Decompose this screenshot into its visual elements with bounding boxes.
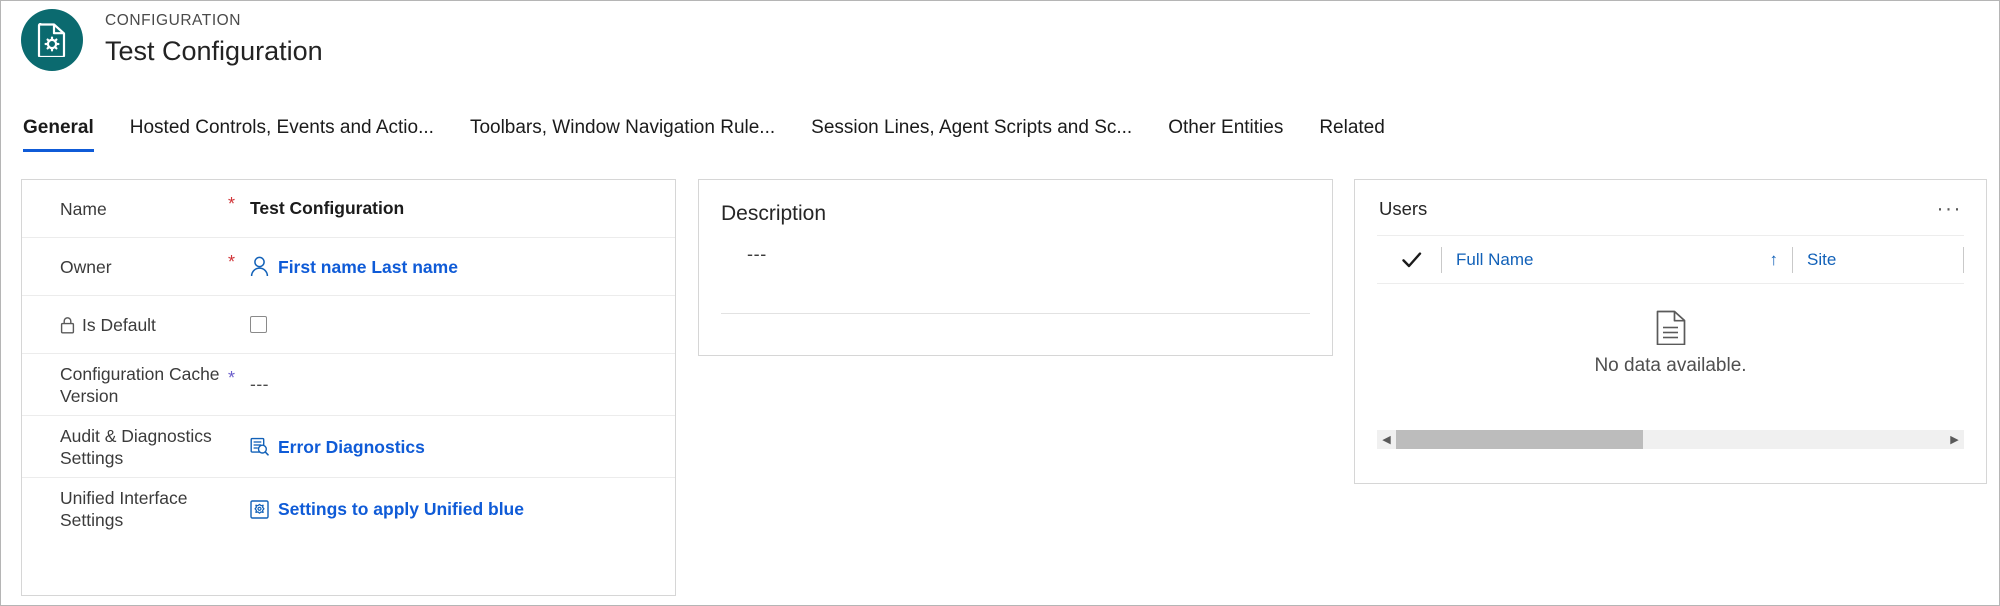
lock-icon	[60, 316, 75, 334]
required-indicator-configuration-cache-version: *	[228, 368, 236, 388]
unified-settings-icon	[250, 499, 269, 519]
field-row-is-default: Is Default	[22, 296, 675, 354]
document-lines-icon	[1656, 310, 1686, 345]
column-header-site-label: Site	[1807, 249, 1837, 269]
general-form-panel: Name * Test Configuration Owner * First …	[21, 179, 676, 596]
field-row-owner: Owner * First name Last name	[22, 238, 675, 296]
record-form-page: CONFIGURATION Test Configuration General…	[0, 0, 2000, 606]
person-icon	[250, 256, 269, 277]
field-label-is-default: Is Default	[60, 314, 228, 336]
column-header-full-name-label: Full Name	[1456, 249, 1534, 269]
tab-toolbars[interactable]: Toolbars, Window Navigation Rule...	[452, 116, 793, 152]
users-grid-horizontal-scrollbar[interactable]: ◀ ▶	[1377, 430, 1964, 449]
column-divider	[1963, 246, 1964, 273]
configuration-document-gear-icon	[21, 9, 83, 71]
form-tab-bar: General Hosted Controls, Events and Acti…	[21, 116, 1403, 152]
scroll-left-arrow-icon[interactable]: ◀	[1377, 433, 1396, 446]
description-value[interactable]: ---	[699, 228, 1332, 265]
field-label-audit-diagnostics-settings: Audit & Diagnostics Settings	[60, 425, 212, 468]
sort-ascending-icon[interactable]: ↑	[1770, 250, 1779, 270]
description-panel: Description ---	[698, 179, 1333, 356]
unified-interface-link-text[interactable]: Settings to apply Unified blue	[278, 498, 524, 520]
entity-type-label: CONFIGURATION	[105, 12, 242, 29]
required-indicator-unified-interface-settings	[228, 478, 250, 492]
is-default-checkbox[interactable]	[250, 316, 267, 333]
tab-related[interactable]: Related	[1301, 116, 1403, 152]
scroll-right-arrow-icon[interactable]: ▶	[1945, 433, 1964, 446]
field-value-configuration-cache-version[interactable]: ---	[250, 374, 657, 395]
users-grid-column-headers: Full Name ↑ Site	[1377, 236, 1964, 284]
scrollbar-track[interactable]	[1396, 430, 1945, 449]
field-label-owner: Owner	[60, 256, 112, 277]
audit-diagnostics-link-text[interactable]: Error Diagnostics	[278, 436, 425, 458]
tab-hosted-controls[interactable]: Hosted Controls, Events and Actio...	[112, 116, 452, 152]
field-row-unified-interface-settings: Unified Interface Settings Settings to a…	[22, 478, 675, 540]
field-row-name: Name * Test Configuration	[22, 180, 675, 238]
required-indicator-name: *	[228, 194, 236, 214]
field-label-name: Name	[60, 198, 107, 219]
no-data-message: No data available.	[1594, 355, 1747, 376]
users-subgrid-title: Users	[1379, 198, 1428, 219]
users-grid-empty-state: No data available.	[1355, 284, 1986, 377]
field-label-configuration-cache-version: Configuration Cache Version	[60, 363, 220, 406]
field-value-audit-diagnostics-settings[interactable]: Error Diagnostics	[250, 436, 657, 458]
required-indicator-is-default	[228, 296, 250, 310]
required-indicator-owner: *	[228, 252, 236, 272]
select-all-checkmark-icon[interactable]	[1401, 251, 1441, 269]
field-label-unified-interface-settings: Unified Interface Settings	[60, 488, 188, 530]
description-label: Description	[721, 202, 827, 225]
tab-general[interactable]: General	[21, 116, 112, 152]
field-value-owner[interactable]: First name Last name	[250, 256, 657, 278]
more-commands-icon[interactable]: ···	[1935, 198, 1964, 219]
column-header-site[interactable]: Site	[1793, 236, 1963, 283]
users-subgrid-header: Users ···	[1355, 180, 1986, 221]
page-title: Test Configuration	[105, 36, 323, 66]
field-value-name[interactable]: Test Configuration	[250, 198, 657, 219]
users-subgrid-panel: Users ··· Full Name ↑ Site No data avail…	[1354, 179, 1987, 484]
field-row-configuration-cache-version: Configuration Cache Version * ---	[22, 354, 675, 416]
error-diagnostics-icon	[250, 437, 269, 456]
record-header: CONFIGURATION Test Configuration	[21, 9, 323, 71]
description-divider	[721, 313, 1310, 314]
field-row-audit-diagnostics-settings: Audit & Diagnostics Settings Error Diagn…	[22, 416, 675, 478]
field-value-unified-interface-settings[interactable]: Settings to apply Unified blue	[250, 498, 657, 520]
record-header-text: CONFIGURATION Test Configuration	[105, 11, 323, 69]
required-indicator-audit-diagnostics-settings	[228, 416, 250, 430]
column-header-full-name[interactable]: Full Name ↑	[1442, 236, 1792, 283]
tab-other-entities[interactable]: Other Entities	[1150, 116, 1301, 152]
scrollbar-thumb[interactable]	[1396, 430, 1644, 449]
owner-link-text[interactable]: First name Last name	[278, 256, 458, 278]
tab-session-lines[interactable]: Session Lines, Agent Scripts and Sc...	[793, 116, 1150, 152]
field-value-is-default	[250, 316, 657, 333]
